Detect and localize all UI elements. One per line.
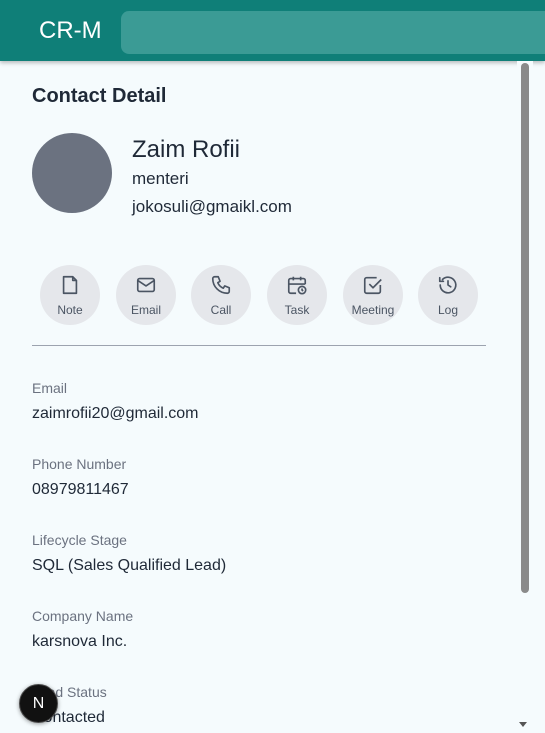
note-icon: [59, 274, 81, 301]
search-input[interactable]: [121, 11, 545, 54]
n-logo-icon: N: [32, 694, 45, 712]
email-field-value: zaimrofii20@gmail.com: [32, 405, 199, 422]
log-button[interactable]: Log: [418, 265, 478, 325]
brand-logo[interactable]: CR-M: [39, 17, 102, 45]
log-label: Log: [437, 302, 459, 317]
phone-field-value: 08979811467: [32, 481, 129, 498]
lifecycle-field-value: SQL (Sales Qualified Lead): [32, 557, 227, 574]
email-button[interactable]: Email: [116, 265, 176, 325]
history-icon: [437, 274, 459, 301]
phone-icon: [210, 274, 232, 301]
call-button[interactable]: Call: [191, 265, 251, 325]
task-button[interactable]: Task: [267, 265, 327, 325]
mail-icon: [135, 274, 157, 301]
note-label: Note: [57, 302, 83, 317]
scroll-down-arrow[interactable]: [519, 722, 527, 727]
contact-job-title: menteri: [132, 169, 189, 188]
email-label: Email: [130, 302, 161, 317]
lifecycle-field-label: Lifecycle Stage: [32, 532, 127, 548]
company-field-value: karsnova Inc.: [32, 633, 128, 650]
call-label: Call: [210, 302, 232, 317]
meeting-label: Meeting: [351, 302, 395, 317]
email-field-label: Email: [32, 380, 68, 396]
checkbox-icon: [362, 274, 384, 301]
page-title: Contact Detail: [32, 85, 167, 107]
task-label: Task: [284, 302, 310, 317]
divider: [32, 345, 486, 346]
contact-name: Zaim Rofii: [132, 136, 241, 163]
avatar: [32, 133, 112, 213]
calendar-clock-icon: [286, 274, 308, 301]
next-devtools-button[interactable]: N: [19, 684, 58, 723]
scrollbar-thumb[interactable]: [521, 63, 529, 593]
top-navbar: CR-M: [0, 0, 545, 61]
company-field-label: Company Name: [32, 608, 134, 624]
note-button[interactable]: Note: [40, 265, 100, 325]
meeting-button[interactable]: Meeting: [343, 265, 403, 325]
phone-field-label: Phone Number: [32, 456, 127, 472]
contact-email-header: jokosuli@gmaikl.com: [132, 197, 292, 216]
